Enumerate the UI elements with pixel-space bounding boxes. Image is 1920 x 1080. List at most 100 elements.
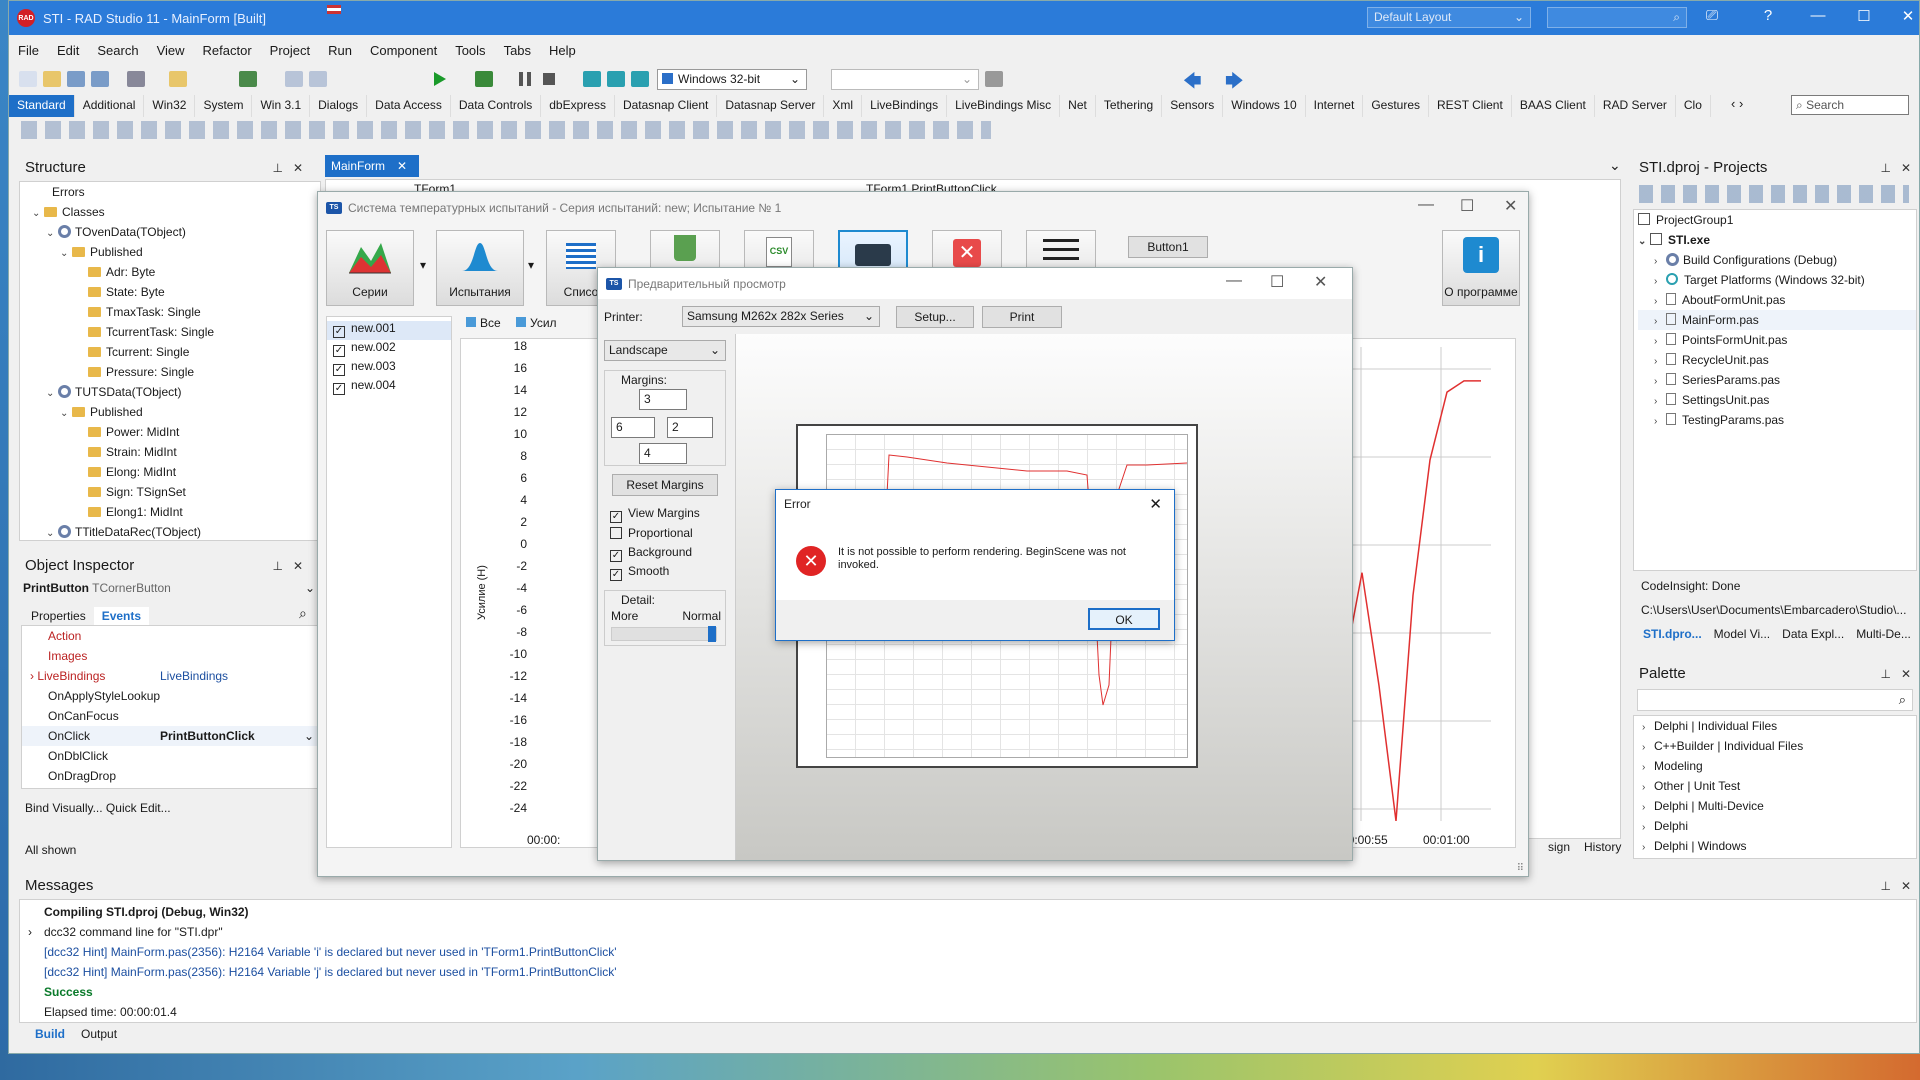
save-all-icon[interactable] [91, 71, 109, 87]
menu-refactor[interactable]: Refactor [194, 39, 261, 63]
platform-combo[interactable]: Windows 32-bit ⌄ [657, 69, 807, 90]
detail-slider[interactable] [611, 626, 717, 642]
palette-search[interactable]: ⌕ [1637, 689, 1913, 711]
maximize-button[interactable]: ☐ [1270, 272, 1284, 292]
tree-item[interactable]: TcurrentTask: Single [24, 322, 320, 342]
tree-item[interactable]: › Build Configurations (Debug) [1638, 250, 1916, 270]
smooth-checkbox[interactable]: ✓ Smooth [610, 564, 669, 581]
tree-item-selected[interactable]: › MainForm.pas [1638, 310, 1916, 330]
pause-icon[interactable] [519, 72, 531, 86]
menu-project[interactable]: Project [261, 39, 319, 63]
message-line[interactable]: Success [44, 982, 1916, 1002]
stop-icon[interactable] [543, 73, 555, 85]
tab-win32[interactable]: Win32 [144, 95, 196, 117]
tree-item[interactable]: › SeriesParams.pas [1638, 370, 1916, 390]
tree-item[interactable]: › Target Platforms (Windows 32-bit) [1638, 270, 1916, 290]
tab-rest-client[interactable]: REST Client [1429, 95, 1512, 117]
list-item[interactable]: ✓ new.004 [327, 378, 451, 397]
minimize-button[interactable]: — [1418, 196, 1434, 214]
palette-category[interactable]: › Delphi | Multi-Device [1642, 796, 1916, 816]
tree-item[interactable]: › AboutFormUnit.pas [1638, 290, 1916, 310]
chevron-down-icon[interactable]: ⌄ [1609, 157, 1621, 174]
tab-standard[interactable]: Standard [9, 95, 75, 117]
message-line[interactable]: [dcc32 Hint] MainForm.pas(2356): H2164 V… [44, 962, 1916, 982]
tab-cloud[interactable]: Clo [1676, 95, 1711, 117]
new-file-icon[interactable] [19, 71, 37, 87]
close-icon[interactable]: ✕ [1901, 879, 1911, 893]
tab-datasnap-client[interactable]: Datasnap Client [615, 95, 718, 117]
minimize-button[interactable]: — [1805, 7, 1831, 29]
tab-output[interactable]: Output [73, 1025, 125, 1043]
palette-search-input[interactable]: ⌕ Search [1791, 95, 1909, 115]
list-item[interactable]: ✓ new.002 [327, 340, 451, 359]
tree-item[interactable]: TmaxTask: Single [24, 302, 320, 322]
margin-left-input[interactable]: 6 [611, 417, 655, 438]
tab-model-view[interactable]: Model Vi... [1708, 625, 1776, 643]
inspector-row[interactable]: OnDragDrop [22, 766, 320, 786]
tab-data-access[interactable]: Data Access [367, 95, 451, 117]
pin-icon[interactable]: ⊥ [1880, 161, 1890, 175]
close-icon[interactable]: ✕ [397, 159, 407, 173]
tree-item[interactable]: › RecycleUnit.pas [1638, 350, 1916, 370]
tree-item[interactable]: › TestingParams.pas [1638, 410, 1916, 430]
menu-tools[interactable]: Tools [446, 39, 494, 63]
message-line[interactable]: Elapsed time: 00:00:01.4 [44, 1002, 1916, 1022]
tree-item[interactable]: State: Byte [24, 282, 320, 302]
tab-livebindings-misc[interactable]: LiveBindings Misc [947, 95, 1061, 117]
step-out-icon[interactable] [631, 71, 649, 87]
menu-run[interactable]: Run [319, 39, 361, 63]
save-icon[interactable] [67, 71, 85, 87]
tab-properties[interactable]: Properties [23, 607, 94, 625]
tree-item[interactable]: ProjectGroup1 [1638, 210, 1916, 230]
tab-events[interactable]: Events [93, 607, 150, 625]
close-icon[interactable]: ✕ [293, 161, 303, 175]
tree-item[interactable]: ⌄ STI.exe [1638, 230, 1916, 250]
tree-item[interactable]: ⌄ Classes [24, 202, 320, 222]
menu-file[interactable]: File [9, 39, 48, 63]
tab-tethering[interactable]: Tethering [1096, 95, 1163, 117]
open-project-icon[interactable] [169, 71, 187, 87]
chevron-down-icon[interactable]: ▾ [528, 258, 534, 272]
message-line[interactable]: Compiling STI.dproj (Debug, Win32) [44, 902, 1916, 922]
minimize-button[interactable]: — [1226, 272, 1242, 290]
palette-category[interactable]: › Modeling [1642, 756, 1916, 776]
margin-right-input[interactable]: 2 [667, 417, 713, 438]
menu-edit[interactable]: Edit [48, 39, 88, 63]
menu-view[interactable]: View [148, 39, 194, 63]
list-item[interactable]: ✓ new.001 [327, 321, 451, 340]
list-item[interactable]: ✓ new.003 [327, 359, 451, 378]
inspector-row[interactable]: Action [22, 626, 320, 646]
tree-item[interactable]: Errors [24, 182, 320, 202]
tab-net[interactable]: Net [1060, 95, 1096, 117]
tab-data-controls[interactable]: Data Controls [451, 95, 542, 117]
series-button[interactable]: Серии [326, 230, 414, 306]
tab-projects[interactable]: STI.dpro... [1637, 625, 1708, 643]
menu-help[interactable]: Help [540, 39, 585, 63]
chevron-down-icon[interactable]: ▾ [420, 258, 426, 272]
deploy-icon[interactable] [985, 71, 1003, 87]
search-icon[interactable]: ⌕ [299, 605, 307, 622]
palette-category[interactable]: › Delphi | Windows [1642, 836, 1916, 856]
close-button[interactable]: ✕ [1895, 7, 1920, 29]
tree-item[interactable]: ⌄ Published [24, 242, 320, 262]
tab-system[interactable]: System [195, 95, 253, 117]
tree-item[interactable]: ⌄ TUTSData(TObject) [24, 382, 320, 402]
ok-button[interactable]: OK [1088, 608, 1160, 630]
bind-visually-links[interactable]: Bind Visually... Quick Edit... [25, 801, 171, 815]
tab-windows10[interactable]: Windows 10 [1223, 95, 1306, 117]
setup-button[interactable]: Setup... [896, 306, 974, 328]
inspector-row[interactable]: Images [22, 646, 320, 666]
tab-baas-client[interactable]: BAAS Client [1512, 95, 1595, 117]
menu-component[interactable]: Component [361, 39, 446, 63]
inspector-row-selected[interactable]: OnClick PrintButtonClick ⌄ [22, 726, 320, 746]
editor-footer-history[interactable]: History [1584, 840, 1621, 854]
menu-tabs[interactable]: Tabs [495, 39, 540, 63]
tree-item[interactable]: ⌄ TOvenData(TObject) [24, 222, 320, 242]
slider-thumb[interactable] [708, 626, 716, 642]
close-icon[interactable]: ✕ [293, 559, 303, 573]
tab-gestures[interactable]: Gestures [1363, 95, 1430, 117]
trace-into-icon[interactable] [607, 71, 625, 87]
print-dialog-button[interactable]: Print [982, 306, 1062, 328]
tab-rad-server[interactable]: RAD Server [1595, 95, 1676, 117]
message-line[interactable]: › dcc32 command line for "STI.dpr" [28, 922, 1916, 942]
